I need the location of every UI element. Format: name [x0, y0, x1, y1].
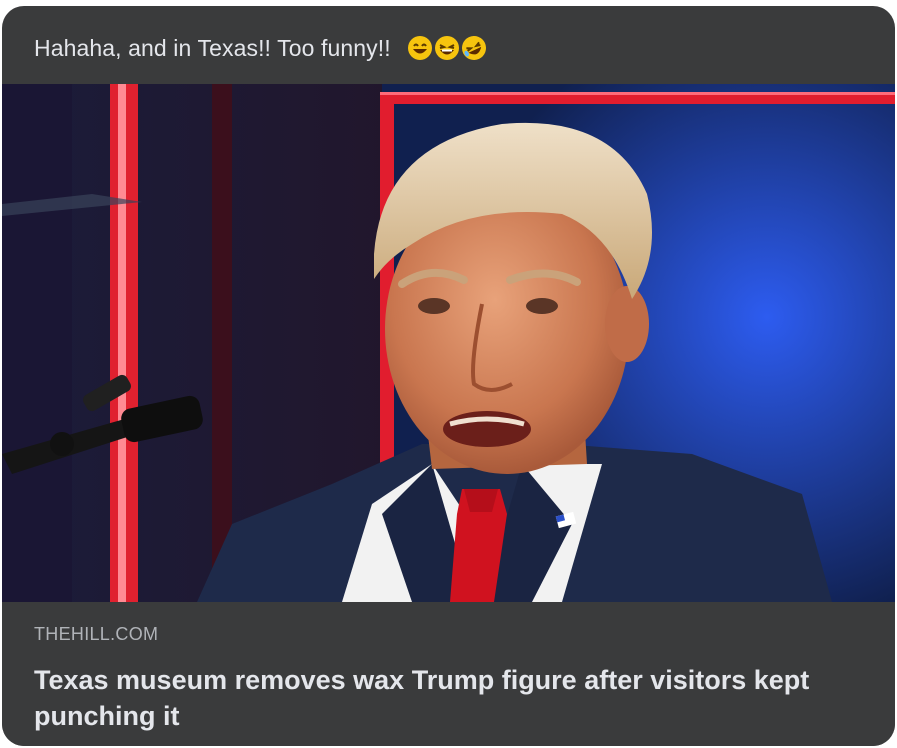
- post-text: Hahaha, and in Texas!! Too funny!!: [34, 34, 391, 61]
- post-photo[interactable]: [2, 84, 895, 602]
- link-preview[interactable]: THEHILL.COM Texas museum removes wax Tru…: [2, 602, 895, 746]
- rofl-emoji-icon: [461, 36, 486, 60]
- post-card: Hahaha, and in Texas!! Too funny!! THEHI…: [2, 6, 895, 746]
- laughing-emoji-icon: [434, 36, 459, 60]
- link-headline[interactable]: Texas museum removes wax Trump figure af…: [34, 662, 874, 734]
- emoji-group: [407, 35, 487, 61]
- post-caption: Hahaha, and in Texas!! Too funny!!: [34, 28, 487, 68]
- speaker-photo-illustration: [2, 84, 895, 602]
- link-domain: THEHILL.COM: [34, 624, 159, 644]
- grinning-emoji-icon: [407, 36, 432, 60]
